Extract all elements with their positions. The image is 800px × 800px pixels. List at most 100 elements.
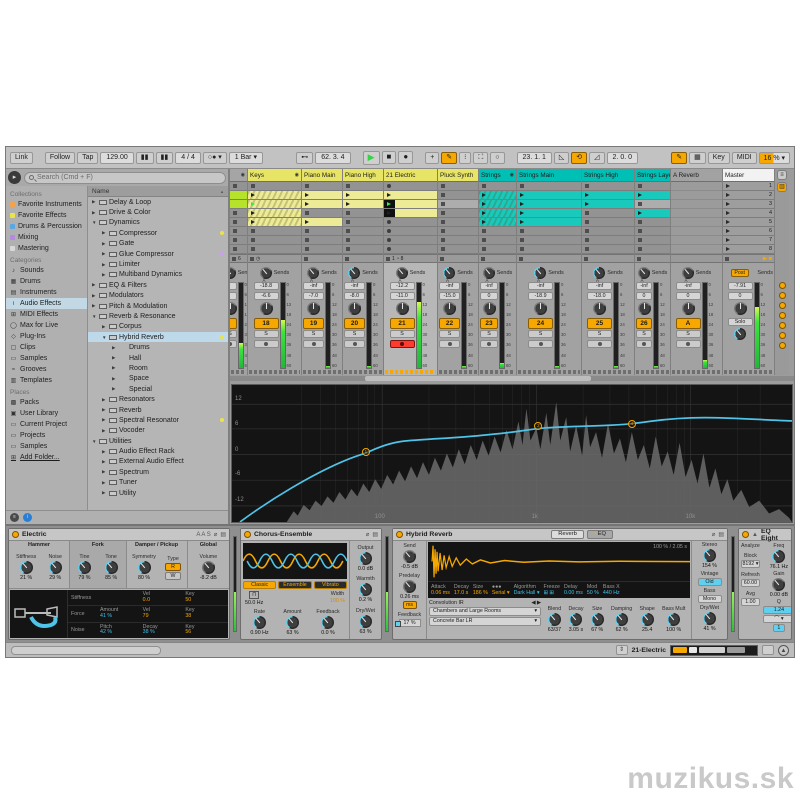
electric-param-cell[interactable] bbox=[100, 592, 143, 604]
clip-slot[interactable] bbox=[384, 182, 437, 191]
stop-all-clips-button[interactable] bbox=[635, 254, 670, 263]
expand-arrow-icon[interactable]: ▶ bbox=[92, 210, 97, 216]
expand-arrow-icon[interactable]: ▶ bbox=[92, 293, 97, 299]
clip-slot[interactable] bbox=[582, 218, 634, 227]
chorus-knob[interactable] bbox=[286, 616, 299, 629]
reverb-param[interactable]: ●●● Serial ▾ bbox=[492, 584, 510, 596]
collection-item[interactable]: Mastering bbox=[6, 243, 87, 254]
analyze-toggle[interactable]: Analyze bbox=[741, 543, 760, 549]
hybrid-knob[interactable] bbox=[548, 613, 561, 626]
expand-arrow-icon[interactable]: ▶ bbox=[102, 417, 107, 423]
browser-tree-item[interactable]: ▶ Spectrum bbox=[88, 467, 228, 477]
track-activator-button[interactable]: 21 bbox=[390, 318, 415, 329]
eq-eight-display[interactable]: 1260-6-12 1001k10k 124 bbox=[231, 384, 793, 523]
reverb-param[interactable]: Size 186 % bbox=[473, 584, 488, 596]
browser-tree-item[interactable]: ▼ Dynamics bbox=[88, 218, 228, 228]
device-activator-led[interactable] bbox=[742, 531, 749, 538]
quantization-selector[interactable]: 1 Bar ▾ bbox=[229, 152, 263, 164]
clip-slot[interactable] bbox=[438, 191, 478, 200]
clip-slot[interactable] bbox=[230, 245, 247, 254]
solo-button[interactable]: S bbox=[230, 330, 237, 338]
clip-slot[interactable] bbox=[635, 245, 670, 254]
clip-slot[interactable] bbox=[302, 218, 342, 227]
arm-button[interactable] bbox=[480, 340, 498, 348]
reverb-param-value[interactable]: 17.0 s bbox=[454, 590, 469, 596]
solo-button[interactable]: S bbox=[344, 330, 365, 338]
send-value[interactable]: -0.5 dB bbox=[401, 564, 418, 570]
scene-slot[interactable]: 3 bbox=[723, 200, 774, 209]
volume-display[interactable] bbox=[230, 292, 237, 300]
master-volume-display[interactable]: 0 bbox=[728, 292, 753, 300]
electric-param-cell[interactable]: Key 38 bbox=[185, 608, 228, 620]
expand-arrow-icon[interactable]: ▶ bbox=[112, 345, 117, 351]
track-activator-button[interactable]: 19 bbox=[303, 318, 324, 329]
browser-tree-item[interactable]: ▶ Tuner bbox=[88, 478, 228, 488]
browser-tree-item[interactable]: ▶ Pitch & Modulation bbox=[88, 301, 228, 311]
filter-type-selector[interactable]: ⌒ ▾ bbox=[763, 615, 792, 623]
expand-arrow-icon[interactable]: ▶ bbox=[102, 490, 107, 496]
loop-length-display[interactable]: 2. 0. 0 bbox=[607, 152, 638, 164]
key-map-button[interactable]: Key bbox=[708, 152, 730, 164]
clip-slot[interactable] bbox=[343, 227, 383, 236]
send-a-knob[interactable] bbox=[307, 267, 319, 279]
eq-tab[interactable]: ▪ EQ bbox=[587, 530, 613, 539]
reverb-param-value[interactable]: ⊞ ⊞ bbox=[544, 590, 561, 596]
arm-button[interactable] bbox=[390, 340, 415, 348]
hybrid-knob[interactable] bbox=[591, 613, 604, 626]
clip-slot[interactable] bbox=[302, 191, 342, 200]
browser-tree-item[interactable]: ▶ Reverb bbox=[88, 405, 228, 415]
solo-cue-box[interactable]: Solo bbox=[728, 318, 753, 326]
category-item[interactable]: ▢ Clips bbox=[6, 342, 87, 353]
punch-in-button[interactable]: ◺ bbox=[554, 152, 569, 164]
clip-slot[interactable] bbox=[248, 209, 301, 218]
tap-tempo-button[interactable]: Tap bbox=[77, 152, 98, 164]
clip-slot[interactable] bbox=[438, 200, 478, 209]
crossfade-assign[interactable] bbox=[231, 370, 246, 374]
vintage-selector[interactable]: Old bbox=[698, 578, 722, 586]
clip-slot[interactable] bbox=[635, 218, 670, 227]
chain-scroll-stepper[interactable]: ⇕ bbox=[616, 645, 628, 655]
follow-button[interactable]: Follow bbox=[45, 152, 75, 164]
track-activator-button[interactable]: 23 bbox=[480, 318, 498, 329]
scene-slot[interactable]: 8 bbox=[723, 245, 774, 254]
solo-button[interactable]: S bbox=[528, 330, 553, 338]
expand-arrow-icon[interactable]: ▶ bbox=[92, 303, 97, 309]
q-value[interactable]: 1.24 bbox=[763, 606, 792, 614]
send-a-knob[interactable] bbox=[483, 267, 495, 279]
reverb-param-value[interactable]: 440 Hz bbox=[603, 590, 620, 596]
save-preset-icon[interactable]: ▤ bbox=[220, 531, 226, 538]
crossfade-assign[interactable] bbox=[249, 370, 300, 374]
category-item[interactable]: ▦ Drums bbox=[6, 276, 87, 287]
clip-slot[interactable] bbox=[302, 245, 342, 254]
electric-param-cell[interactable]: Amount 41 % bbox=[100, 608, 143, 620]
save-preset-icon[interactable]: ▤ bbox=[372, 531, 378, 538]
clip-slot[interactable] bbox=[438, 236, 478, 245]
reverb-tab[interactable]: Reverb bbox=[551, 530, 584, 539]
computer-midi-keyboard-button[interactable]: ▦ bbox=[689, 152, 706, 164]
clip-slot[interactable] bbox=[438, 218, 478, 227]
metronome-button[interactable]: ○● ▾ bbox=[203, 152, 227, 164]
tone-knob[interactable] bbox=[105, 561, 118, 574]
clip-slot[interactable] bbox=[302, 209, 342, 218]
clip-slot[interactable] bbox=[517, 200, 581, 209]
mixer-toggle-perf[interactable] bbox=[779, 342, 786, 349]
tine-knob[interactable] bbox=[78, 561, 91, 574]
browser-tree-item[interactable]: ▶ Drive & Color bbox=[88, 207, 228, 217]
clip-slot[interactable] bbox=[438, 209, 478, 218]
clip-slot[interactable] bbox=[248, 191, 301, 200]
save-preset-icon[interactable]: ▤ bbox=[718, 531, 724, 538]
pan-knob[interactable] bbox=[443, 302, 456, 315]
arm-button[interactable] bbox=[303, 340, 324, 348]
arm-button[interactable] bbox=[439, 340, 460, 348]
stop-all-clips-button[interactable] bbox=[517, 254, 581, 263]
clip-slot[interactable] bbox=[438, 227, 478, 236]
category-item[interactable]: ▥ Templates bbox=[6, 375, 87, 386]
clip-slot[interactable] bbox=[582, 191, 634, 200]
clip-slot[interactable] bbox=[582, 245, 634, 254]
device-activator-led[interactable] bbox=[396, 531, 403, 538]
solo-button[interactable]: S bbox=[587, 330, 612, 338]
clip-slot[interactable] bbox=[635, 191, 670, 200]
arm-button[interactable] bbox=[636, 340, 652, 348]
reverb-param[interactable]: Freeze ⊞ ⊞ bbox=[544, 584, 561, 596]
pan-knob[interactable] bbox=[307, 302, 320, 315]
